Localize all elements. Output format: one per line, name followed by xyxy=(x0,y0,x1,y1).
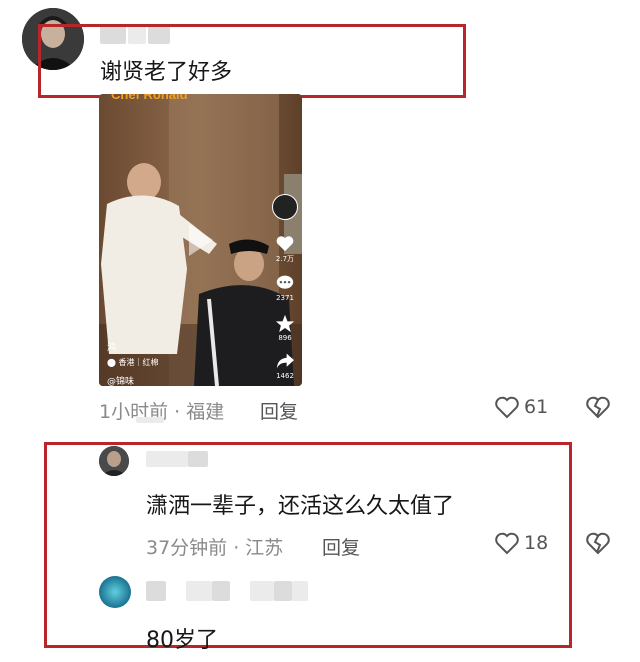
video-tag: @锦味 xyxy=(107,377,135,386)
username-redacted xyxy=(274,581,292,601)
video-comment-icon[interactable] xyxy=(275,274,295,296)
video-author-avatar[interactable] xyxy=(272,194,298,220)
video-like-icon[interactable] xyxy=(275,234,295,256)
username-redacted xyxy=(146,451,188,467)
video-favorite-count: 896 xyxy=(278,334,292,342)
dislike-button[interactable] xyxy=(585,531,611,559)
highlight-box-replies xyxy=(44,442,572,648)
username-redacted xyxy=(212,581,230,601)
reply-meta: 37分钟前 · 江苏 xyxy=(146,537,284,559)
heart-outline-icon xyxy=(495,396,519,419)
reply-button[interactable]: 回复 xyxy=(260,397,298,424)
like-button[interactable]: 18 xyxy=(494,531,548,555)
video-left-mark: 鸿 xyxy=(107,343,117,353)
broken-heart-icon xyxy=(586,532,610,555)
video-caption-top: Chef Ronald xyxy=(111,94,188,102)
username-redacted xyxy=(250,581,274,601)
reply-text: 潇洒一辈子，还活这么久太值了 xyxy=(146,494,455,519)
redacted-bar xyxy=(136,417,164,423)
reply-button[interactable]: 回复 xyxy=(322,533,360,560)
video-share-count: 1462 xyxy=(276,372,294,380)
reply-text: 80岁了 xyxy=(146,628,218,653)
like-button[interactable]: 61 xyxy=(494,395,548,419)
comment-text: 谢贤老了好多 xyxy=(100,60,233,85)
heart-outline-icon xyxy=(495,532,519,555)
dislike-button[interactable] xyxy=(585,395,611,423)
reply-avatar[interactable] xyxy=(99,446,129,476)
video-frame-image xyxy=(99,94,302,386)
video-tag-text: 锦味 xyxy=(116,377,135,386)
video-comment-count: 2371 xyxy=(276,294,294,302)
video-location-text: 香港｜红棉 xyxy=(118,358,159,367)
like-count: 61 xyxy=(524,396,549,418)
like-count: 18 xyxy=(524,532,549,554)
video-location[interactable]: ⬤ 香港｜红棉 xyxy=(107,357,159,368)
reply-avatar[interactable] xyxy=(99,576,131,608)
avatar-ocean-icon xyxy=(99,576,131,608)
location-pin-icon: ⬤ xyxy=(107,358,119,367)
video-share-icon[interactable] xyxy=(275,352,295,374)
username-redacted xyxy=(146,581,166,601)
video-like-count: 2.7万 xyxy=(275,255,295,263)
avatar-portrait-icon xyxy=(99,446,129,476)
username-redacted xyxy=(292,581,308,601)
broken-heart-icon xyxy=(586,396,610,419)
username-redacted xyxy=(186,581,212,601)
username-redacted xyxy=(188,451,208,467)
video-thumbnail[interactable]: Chef Ronald 2.7万 2371 896 1462 鸿 ⬤ 香港｜红棉… xyxy=(99,94,302,386)
